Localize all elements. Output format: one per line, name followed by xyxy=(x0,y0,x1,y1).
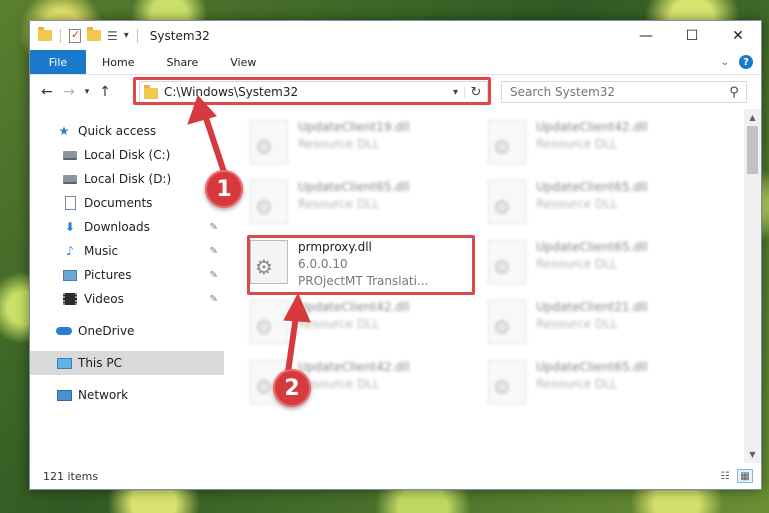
annotation-arrows xyxy=(187,95,311,375)
arrow-1-shaft xyxy=(203,115,227,175)
callout-badge-2: 2 xyxy=(273,369,311,407)
arrow-2-head xyxy=(283,292,311,323)
callout-badge-1: 1 xyxy=(205,170,243,208)
arrow-2-shaft xyxy=(285,313,299,375)
arrow-1-head xyxy=(187,95,217,125)
